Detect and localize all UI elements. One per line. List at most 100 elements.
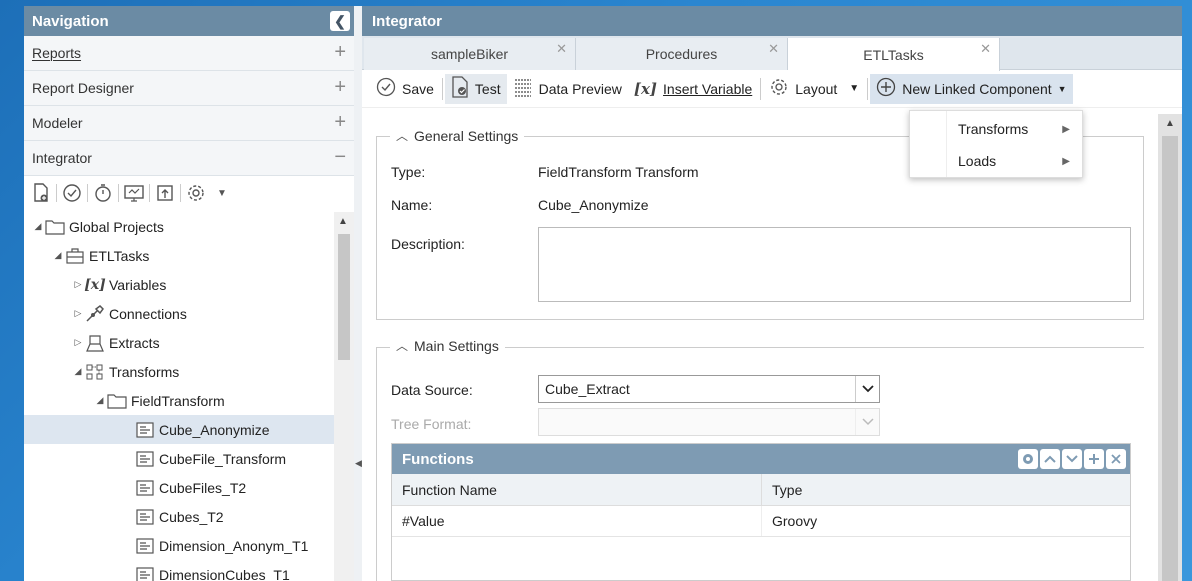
navigation-title: Navigation: [32, 12, 109, 30]
new-linked-label: New Linked Component: [902, 80, 1052, 97]
publish-icon[interactable]: [154, 182, 176, 204]
chevron-down-icon[interactable]: [1062, 449, 1082, 469]
chevron-up-icon[interactable]: ︿: [396, 127, 408, 144]
tree-item-label: Extracts: [109, 334, 160, 351]
scrollbar-thumb[interactable]: [338, 234, 350, 360]
tree-item-cube-anonymize[interactable]: Cube_Anonymize: [24, 415, 334, 444]
close-icon[interactable]: ✕: [556, 41, 567, 57]
tree-item-label: Cube_Anonymize: [159, 421, 270, 438]
close-icon[interactable]: ✕: [768, 41, 779, 57]
tree-item-etltasks[interactable]: ◢ ETLTasks: [24, 241, 334, 270]
gear-icon[interactable]: [1018, 449, 1038, 469]
collapse-icon[interactable]: −: [334, 147, 346, 167]
panel-splitter[interactable]: ◀: [354, 6, 362, 581]
expander-icon[interactable]: ◢: [52, 250, 64, 261]
expander-icon[interactable]: ▷: [72, 279, 84, 290]
content-scrollbar[interactable]: ▲: [1158, 114, 1182, 581]
tab-etltasks[interactable]: ETLTasks ✕: [788, 38, 1000, 71]
expand-icon[interactable]: +: [334, 42, 346, 62]
menu-item-transforms[interactable]: Transforms ▶: [910, 113, 1082, 145]
monitor-icon[interactable]: [123, 182, 145, 204]
section-reports[interactable]: Reports +: [24, 36, 354, 71]
new-file-icon[interactable]: [30, 182, 52, 204]
data-preview-button[interactable]: Data Preview: [507, 74, 628, 104]
item-icon: [134, 565, 156, 581]
grid-toolbar: [1018, 449, 1126, 469]
column-header-type[interactable]: Type: [762, 474, 1130, 505]
check-circle-icon[interactable]: [61, 182, 83, 204]
tree-item-connections[interactable]: ▷ Connections: [24, 299, 334, 328]
tree-item-fieldtransform[interactable]: ◢ FieldTransform: [24, 386, 334, 415]
item-icon: [134, 420, 156, 440]
new-linked-component-button[interactable]: New Linked Component ▼: [870, 73, 1073, 104]
tree-format-label: Tree Format:: [391, 416, 472, 432]
tree-item-dimensioncubes-t1[interactable]: DimensionCubes_T1: [24, 560, 334, 581]
chevron-down-icon[interactable]: [855, 376, 879, 402]
item-icon: [134, 449, 156, 469]
tab-label: sampleBiker: [430, 46, 509, 62]
data-preview-icon: [513, 77, 533, 100]
main-settings-legend[interactable]: ︿ Main Settings: [390, 337, 505, 354]
menu-item-loads[interactable]: Loads ▶: [910, 145, 1082, 177]
description-label: Description:: [391, 236, 465, 252]
gear-icon: [769, 77, 789, 100]
chevron-up-icon[interactable]: ︿: [396, 337, 408, 354]
close-icon[interactable]: ✕: [980, 41, 991, 57]
tree-item-label: FieldTransform: [131, 392, 225, 409]
tree-item-cubefile-transform[interactable]: CubeFile_Transform: [24, 444, 334, 473]
layout-button[interactable]: Layout ▼: [763, 74, 865, 104]
test-button[interactable]: Test: [444, 73, 507, 104]
type-value: FieldTransform Transform: [538, 164, 699, 180]
section-integrator[interactable]: Integrator −: [24, 141, 354, 176]
expander-icon[interactable]: ◢: [72, 366, 84, 377]
section-report-designer[interactable]: Report Designer +: [24, 71, 354, 106]
general-settings-legend[interactable]: ︿ General Settings: [390, 127, 525, 144]
chevron-down-icon[interactable]: ▼: [211, 182, 233, 204]
toolbar-separator: [149, 184, 150, 202]
scroll-up-icon[interactable]: ▲: [338, 216, 348, 227]
cell-type: Groovy: [772, 513, 818, 529]
add-icon[interactable]: [1084, 449, 1104, 469]
toolbar-separator: [87, 184, 88, 202]
tree-item-extracts[interactable]: ▷ Extracts: [24, 328, 334, 357]
section-modeler[interactable]: Modeler +: [24, 106, 354, 141]
data-source-select[interactable]: Cube_Extract: [538, 375, 880, 403]
tree-scrollbar[interactable]: ▲: [334, 212, 354, 581]
expand-icon[interactable]: +: [334, 112, 346, 132]
insert-variable-button[interactable]: [x] Insert Variable: [628, 74, 758, 104]
expand-icon[interactable]: +: [334, 77, 346, 97]
tree-item-cubefiles-t2[interactable]: CubeFiles_T2: [24, 473, 334, 502]
name-label: Name:: [391, 197, 433, 213]
expander-icon[interactable]: ◢: [32, 221, 44, 232]
expander-icon[interactable]: ▷: [72, 337, 84, 348]
tree-item-transforms[interactable]: ◢ Transforms: [24, 357, 334, 386]
collapse-left-icon[interactable]: ❮: [330, 11, 350, 31]
stopwatch-icon[interactable]: [92, 182, 114, 204]
close-icon[interactable]: [1106, 449, 1126, 469]
scroll-up-icon[interactable]: ▲: [1165, 118, 1175, 129]
expander-icon[interactable]: ▷: [72, 308, 84, 319]
data-preview-label: Data Preview: [538, 80, 622, 97]
fieldset-border: [376, 347, 377, 581]
scrollbar-thumb[interactable]: [1162, 136, 1178, 581]
tree-item-cubes-t2[interactable]: Cubes_T2: [24, 502, 334, 531]
chevron-up-icon[interactable]: [1040, 449, 1060, 469]
test-label: Test: [474, 80, 501, 97]
toolbar-separator: [180, 184, 181, 202]
item-icon: [134, 536, 156, 556]
fieldset-border: [1143, 136, 1144, 320]
tree-item-global-projects[interactable]: ◢ Global Projects: [24, 212, 334, 241]
tab-procedures[interactable]: Procedures ✕: [576, 38, 788, 70]
tree-item-label: ETLTasks: [89, 247, 150, 264]
tree-item-variables[interactable]: ▷ [x] Variables: [24, 270, 334, 299]
save-button[interactable]: Save: [370, 74, 440, 104]
tree-item-dimension-anonym-t1[interactable]: Dimension_Anonym_T1: [24, 531, 334, 560]
chevron-left-icon[interactable]: ◀: [355, 458, 362, 469]
gear-icon[interactable]: [185, 182, 207, 204]
cell-function-name: #Value: [392, 506, 762, 536]
tab-samplebiker[interactable]: sampleBiker ✕: [364, 38, 576, 70]
table-row[interactable]: #Value Groovy: [392, 506, 1130, 537]
column-header-function-name[interactable]: Function Name: [392, 474, 762, 505]
expander-icon[interactable]: ◢: [94, 395, 106, 406]
description-input[interactable]: [538, 227, 1131, 302]
